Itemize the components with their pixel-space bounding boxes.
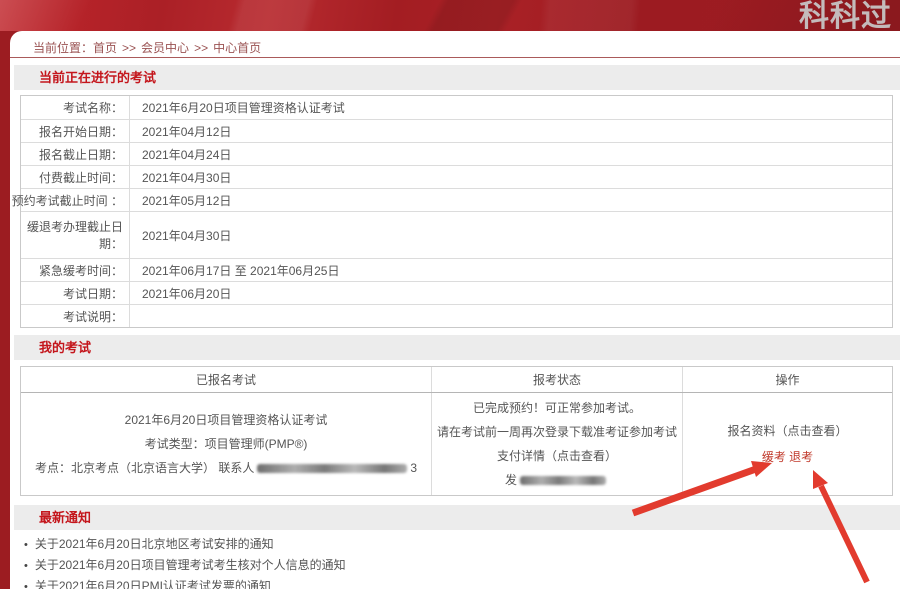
row-value: 2021年04月12日 [130,120,231,142]
table-row: 考试名称： 2021年6月20日项目管理资格认证考试 [21,96,892,119]
list-item: • 关于2021年6月20日PMI认证考试发票的通知 [24,576,900,589]
status-cell: 已完成预约！可正常参加考试。 请在考试前一周再次登录下载准考证参加考试 支付详情… [431,393,682,495]
breadcrumb-link-home[interactable]: 首页 [93,41,117,55]
content-panel: 当前位置：首页 >> 会员中心 >> 中心首页 当前正在进行的考试 考试名称： 2021… [10,31,900,589]
row-value: 2021年04月30日 [130,166,231,188]
breadcrumb-link-center-home[interactable]: 中心首页 [213,41,261,55]
registration-materials-link[interactable]: 报名资料（点击查看） [727,424,847,438]
section-title-my-exams: 我的考试 [14,335,900,360]
notice-link-beijing-arrangement[interactable]: 关于2021年6月20日北京地区考试安排的通知 [35,537,274,551]
table-row: 报名截止日期： 2021年04月24日 [21,142,892,165]
column-header-status: 报考状态 [431,367,682,392]
breadcrumb-separator: >> [194,41,208,55]
defer-exam-link[interactable]: 缓考 [762,450,786,464]
row-label: 考试说明： [21,305,130,327]
row-label: 考试日期： [21,282,130,304]
row-value: 2021年06月20日 [130,282,231,304]
table-row: 考试日期： 2021年06月20日 [21,281,892,304]
row-value [130,305,142,327]
redacted-payment-info [520,476,606,485]
row-value: 2021年04月30日 [130,212,231,258]
bullet-icon: • [24,539,28,551]
contact-suffix: 3 [410,461,417,475]
row-label: 紧急缓考时间： [21,259,130,281]
contact-label: 联系人 [218,461,254,475]
row-value: 2021年06月17日 至 2021年06月25日 [130,259,339,281]
table-row: 考试说明： [21,304,892,327]
withdraw-exam-link[interactable]: 退考 [789,450,813,464]
table-row: 付费截止时间： 2021年04月30日 [21,165,892,188]
current-exam-table: 考试名称： 2021年6月20日项目管理资格认证考试 报名开始日期： 2021年… [20,95,893,328]
column-header-registered-exam: 已报名考试 [21,367,431,392]
row-label: 报名截止日期： [21,143,130,165]
breadcrumb-link-member-center[interactable]: 会员中心 [141,41,189,55]
status-line-reserved: 已完成预约！可正常参加考试。 [473,396,641,420]
section-title-current-exams: 当前正在进行的考试 [14,65,900,90]
my-exam-table-header: 已报名考试 报考状态 操作 [21,367,892,393]
table-row: 缓退考办理截止日期： 2021年04月30日 [21,211,892,258]
exam-site-text: 考点：北京考点（北京语言大学） [35,461,215,475]
breadcrumb: 当前位置：首页 >> 会员中心 >> 中心首页 [10,31,900,58]
my-exam-table: 已报名考试 报考状态 操作 2021年6月20日项目管理资格认证考试 考试类型：… [20,366,893,496]
row-label: 预约考试截止时间 ： [21,189,130,211]
exam-name: 2021年6月20日项目管理资格认证考试 [125,408,328,432]
payment-details-link[interactable]: 支付详情（点击查看） [497,449,617,463]
list-item: • 关于2021年6月20日北京地区考试安排的通知 [24,534,900,555]
exam-site: 考点：北京考点（北京语言大学） 联系人 3 [35,456,417,480]
row-value: 2021年6月20日项目管理资格认证考试 [130,96,345,119]
column-header-operation: 操作 [682,367,892,392]
table-row: 紧急缓考时间： 2021年06月17日 至 2021年06月25日 [21,258,892,281]
bullet-icon: • [24,560,28,572]
row-value: 2021年05月12日 [130,189,231,211]
table-row: 报名开始日期： 2021年04月12日 [21,119,892,142]
watermark-text: 科科过 [799,0,892,34]
redacted-contact-info [257,464,407,473]
breadcrumb-label: 当前位置： [33,41,93,55]
row-label: 报名开始日期： [21,120,130,142]
row-value: 2021年04月24日 [130,143,231,165]
status-line-redacted: 发 [505,468,609,492]
bullet-icon: • [24,581,28,589]
row-label: 考试名称： [21,96,130,119]
top-banner [0,0,900,31]
exam-type: 考试类型：项目管理师(PMP®) [145,432,308,456]
section-title-notices: 最新通知 [14,505,900,530]
row-label: 缓退考办理截止日期： [21,212,130,258]
table-row: 预约考试截止时间 ： 2021年05月12日 [21,188,892,211]
status-line-reminder: 请在考试前一周再次登录下载准考证参加考试 [437,420,677,444]
notice-link-verify-personal-info[interactable]: 关于2021年6月20日项目管理考试考生核对个人信息的通知 [35,558,346,572]
my-exam-table-row: 2021年6月20日项目管理资格认证考试 考试类型：项目管理师(PMP®) 考点… [21,393,892,495]
notice-list: • 关于2021年6月20日北京地区考试安排的通知 • 关于2021年6月20日项目… [10,530,900,589]
redacted-prefix: 发 [505,473,517,487]
operation-cell: 报名资料（点击查看） 缓考 退考 [682,393,892,495]
notice-link-pmi-invoice[interactable]: 关于2021年6月20日PMI认证考试发票的通知 [35,579,271,589]
breadcrumb-separator: >> [122,41,136,55]
list-item: • 关于2021年6月20日项目管理考试考生核对个人信息的通知 [24,555,900,576]
row-label: 付费截止时间： [21,166,130,188]
registered-exam-cell: 2021年6月20日项目管理资格认证考试 考试类型：项目管理师(PMP®) 考点… [21,393,431,495]
